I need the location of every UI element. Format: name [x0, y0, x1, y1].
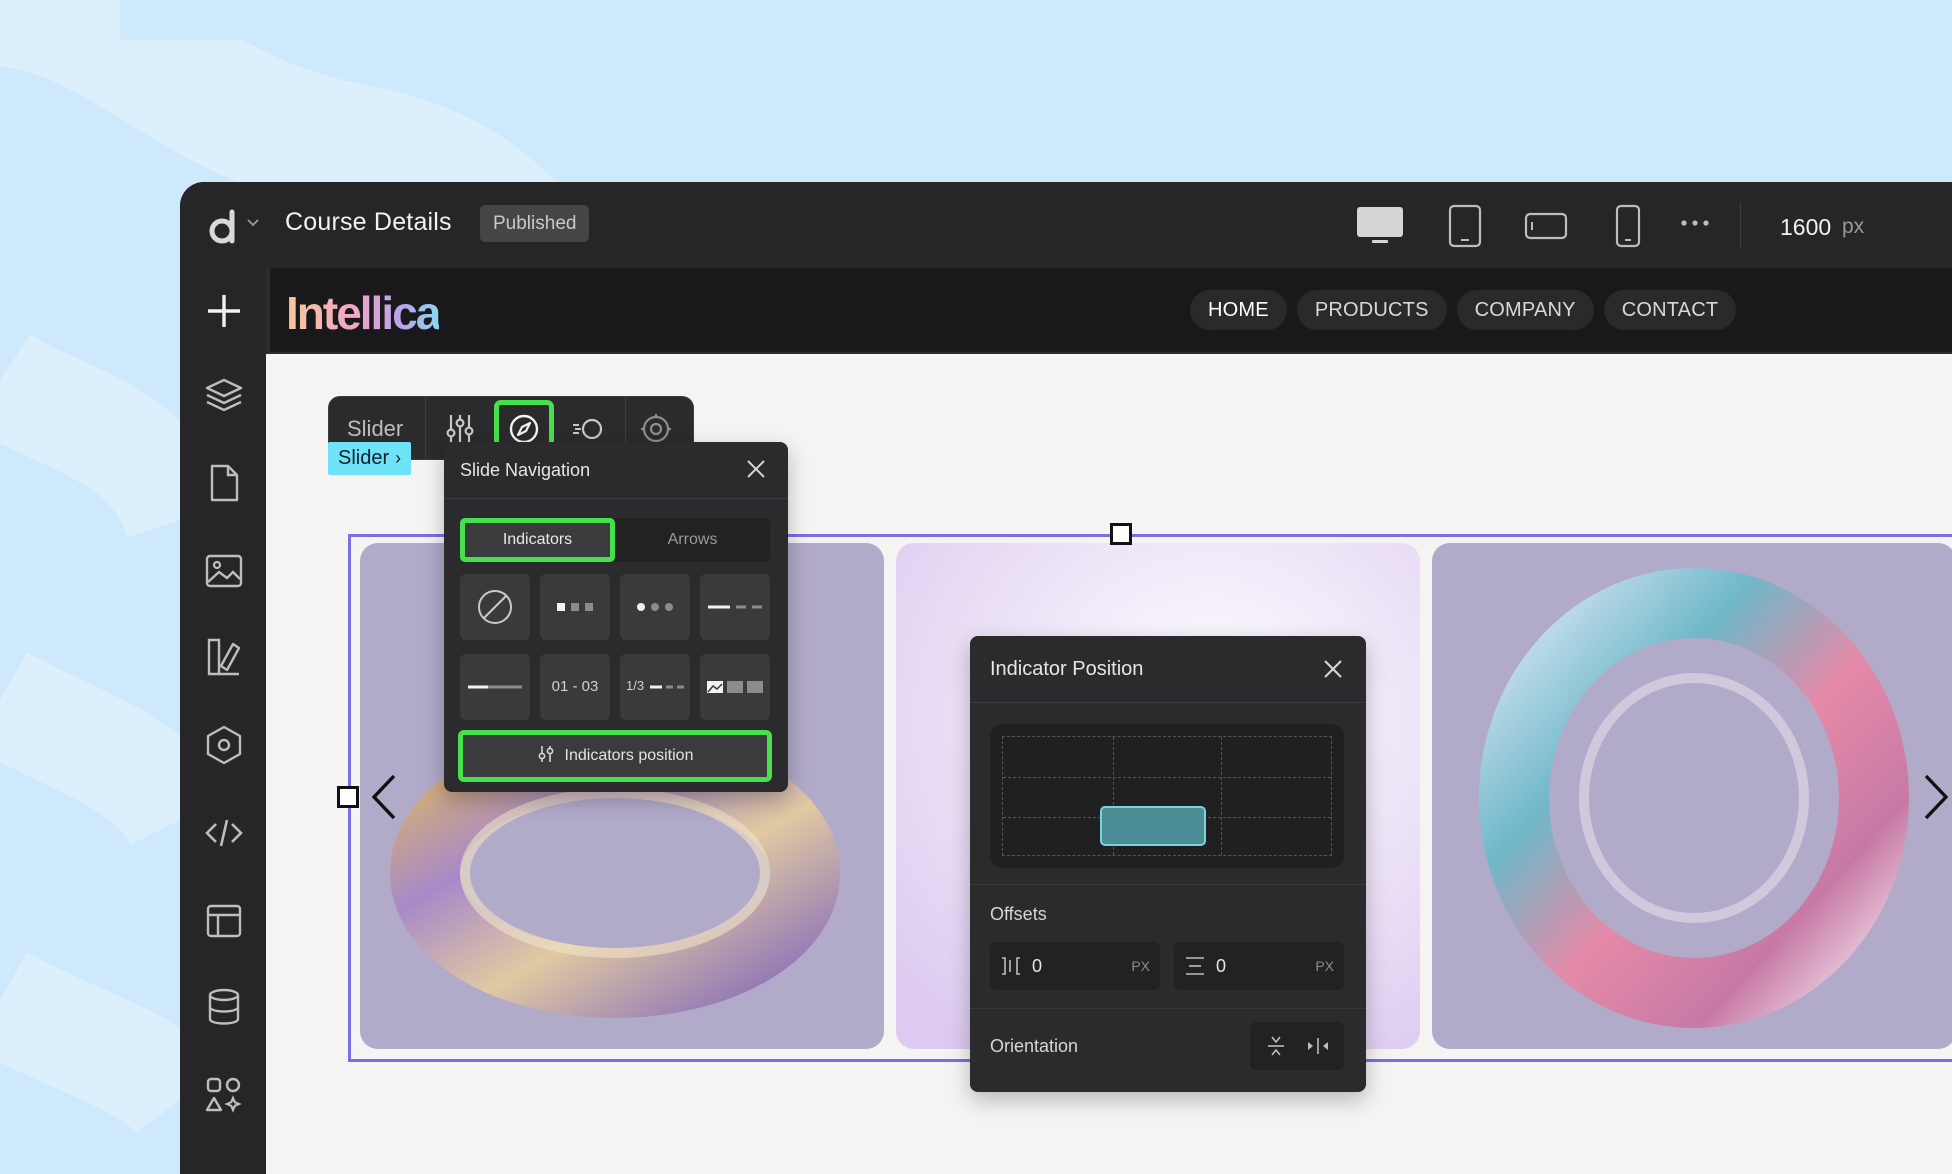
topbar-divider [1740, 202, 1741, 248]
plugins-icon[interactable] [203, 724, 245, 766]
mobile-icon[interactable] [1614, 204, 1642, 248]
section-divider [970, 884, 1366, 885]
viewport-width-unit: px [1842, 215, 1865, 238]
close-icon[interactable] [745, 458, 767, 480]
toolbar-element-label: Slider [347, 416, 404, 441]
prev-arrow-icon[interactable] [368, 772, 402, 822]
tab-arrows[interactable]: Arrows [615, 518, 770, 562]
database-icon[interactable] [203, 986, 245, 1028]
orientation-horizontal-icon[interactable] [1300, 1032, 1336, 1060]
site-navbar[interactable]: Intellica HOME PRODUCTS COMPANY CONTACT [266, 268, 1952, 354]
navbar-drag-handle[interactable] [266, 268, 270, 354]
slide-navigation-panel: Slide Navigation Indicators Arrows 01 - … [444, 442, 788, 792]
orientation-toggle [1250, 1022, 1344, 1070]
nav-link-products[interactable]: PRODUCTS [1296, 290, 1447, 330]
none-icon [478, 590, 512, 624]
panel-title: Indicator Position [990, 658, 1144, 680]
indicator-style-dots[interactable] [620, 574, 690, 640]
offset-x-field[interactable]: 0 PX [990, 942, 1160, 990]
indicator-style-dashes[interactable] [700, 574, 770, 640]
tablet-landscape-icon[interactable] [1524, 212, 1568, 240]
grid-line [1003, 777, 1331, 778]
media-icon[interactable] [203, 550, 245, 592]
app-window: Course Details Published 1600 px Intelli… [180, 182, 1952, 1174]
top-bar: Course Details Published 1600 px [180, 182, 1952, 268]
motion-icon [573, 418, 603, 440]
site-nav-links: HOME PRODUCTS COMPANY CONTACT [1190, 290, 1737, 330]
position-grid [990, 724, 1344, 868]
compass-icon [509, 414, 539, 444]
round-dots-icon [637, 603, 673, 611]
nav-link-contact[interactable]: CONTACT [1603, 290, 1737, 330]
indicators-position-label: Indicators position [564, 747, 694, 764]
logo-mark-icon[interactable] [206, 204, 250, 248]
numbers-style-label: 01 - 03 [551, 678, 599, 695]
dashes-icon [708, 605, 762, 609]
indicator-position-panel: Indicator Position Offsets 0 PX 0 PX Ori… [970, 636, 1366, 1092]
resize-handle-left[interactable] [337, 786, 359, 808]
position-cell-bottom-center[interactable] [1100, 806, 1206, 846]
offset-y-value: 0 [1216, 956, 1227, 976]
offset-x-value: 0 [1032, 956, 1043, 976]
indicator-style-thumbnails[interactable] [700, 654, 770, 720]
section-divider [970, 1008, 1366, 1009]
resize-handle-top[interactable] [1110, 523, 1132, 545]
breadcrumb-label: Slider [338, 447, 390, 469]
indicator-style-numbers[interactable]: 01 - 03 [540, 654, 610, 720]
indicator-style-none[interactable] [460, 574, 530, 640]
indicator-style-squares[interactable] [540, 574, 610, 640]
indicators-position-button[interactable]: Indicators position [458, 730, 772, 782]
pages-icon[interactable] [203, 462, 245, 504]
horizontal-offset-icon [1002, 957, 1020, 975]
layers-icon[interactable] [203, 374, 245, 416]
offset-y-field[interactable]: 0 PX [1174, 942, 1344, 990]
panel-divider [970, 702, 1366, 703]
indicator-style-fraction[interactable]: 1/3 [620, 654, 690, 720]
add-icon[interactable] [203, 290, 245, 332]
adjust-icon [538, 746, 553, 763]
chevron-down-icon[interactable] [246, 216, 260, 230]
close-icon[interactable] [1322, 658, 1344, 680]
panel-title: Slide Navigation [460, 460, 591, 480]
vertical-offset-icon [1186, 957, 1204, 975]
offset-x-unit: PX [1131, 958, 1150, 974]
code-icon[interactable] [203, 812, 245, 854]
next-arrow-icon[interactable] [1918, 772, 1952, 822]
panel-divider [444, 498, 788, 499]
page-title: Course Details [285, 208, 452, 236]
indicator-style-progress[interactable] [460, 654, 530, 720]
sidebar [180, 268, 266, 1174]
apps-icon[interactable] [203, 1074, 245, 1116]
gear-icon [641, 414, 671, 444]
progress-line-icon [468, 685, 522, 689]
orientation-label: Orientation [990, 1036, 1079, 1056]
site-brand-logo[interactable]: Intellica [286, 286, 441, 340]
sliders-icon [446, 415, 474, 443]
desktop-icon[interactable] [1356, 206, 1404, 246]
element-breadcrumb[interactable]: Slider › [328, 442, 412, 475]
viewport-width-value[interactable]: 1600 [1780, 214, 1831, 241]
tab-indicators[interactable]: Indicators [460, 518, 615, 562]
status-badge: Published [480, 205, 590, 242]
chevron-right-icon: › [395, 448, 402, 468]
layout-icon[interactable] [203, 900, 245, 942]
grid-line [1221, 737, 1222, 855]
fraction-style-label: 1/3 [626, 678, 645, 693]
indicator-type-tabs: Indicators Arrows [460, 518, 770, 562]
offsets-label: Offsets [990, 904, 1047, 924]
nav-link-company[interactable]: COMPANY [1456, 290, 1594, 330]
toolbar-divider [425, 397, 426, 459]
offset-y-unit: PX [1315, 958, 1334, 974]
orientation-vertical-icon[interactable] [1258, 1032, 1294, 1060]
square-dots-icon [557, 603, 593, 611]
design-canvas[interactable]: Intellica HOME PRODUCTS COMPANY CONTACT [266, 268, 1952, 1174]
tablet-icon[interactable] [1448, 204, 1482, 248]
design-icon[interactable] [203, 636, 245, 678]
thumbnails-icon [707, 681, 763, 693]
nav-link-home[interactable]: HOME [1190, 290, 1287, 330]
more-icon[interactable] [1680, 218, 1710, 228]
